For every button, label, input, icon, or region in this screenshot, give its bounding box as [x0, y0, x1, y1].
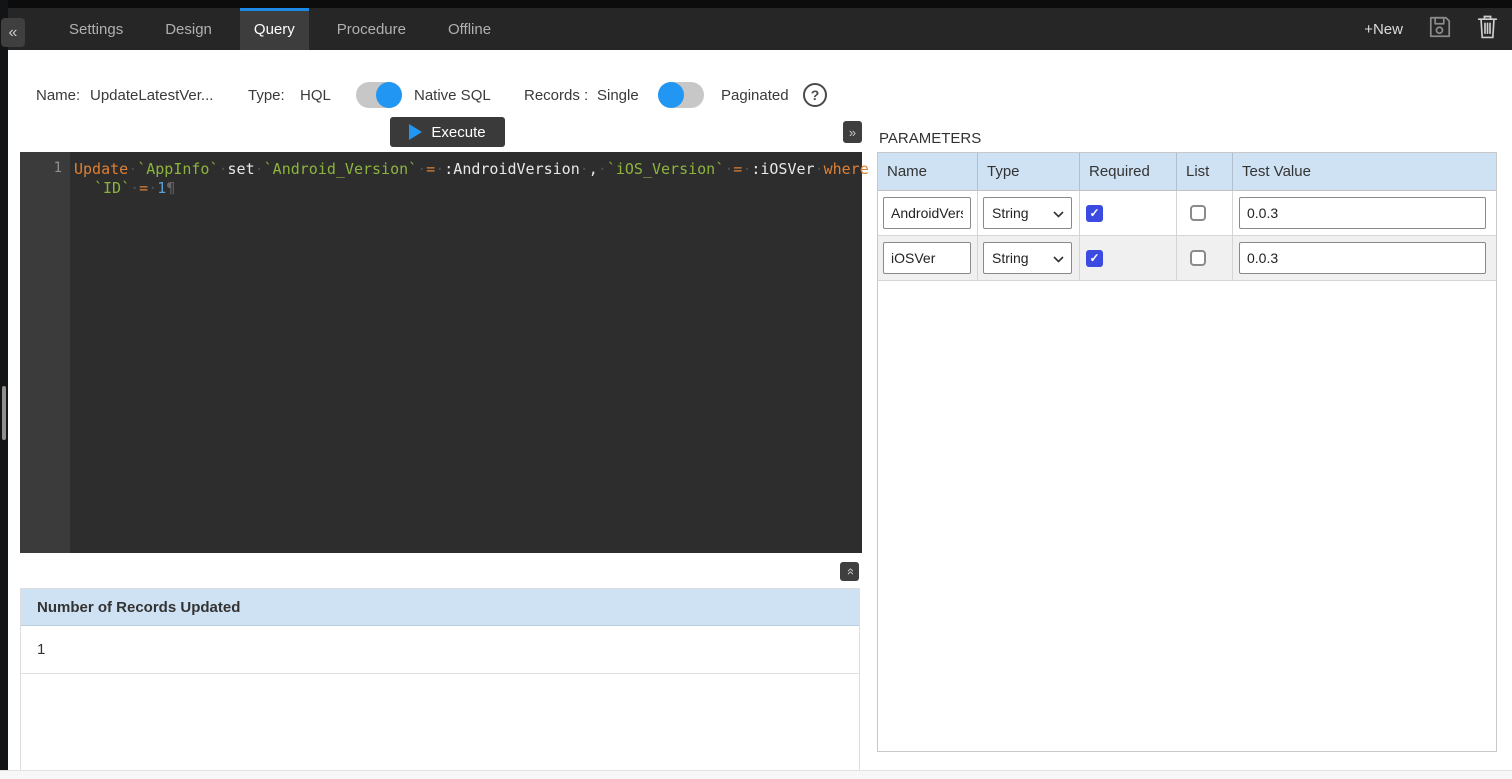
- execute-button[interactable]: Execute: [390, 117, 505, 147]
- records-option-single[interactable]: Single: [597, 87, 639, 104]
- results-value-row: 1: [21, 626, 859, 674]
- results-header: Number of Records Updated: [21, 589, 859, 626]
- param-list-checkbox[interactable]: [1190, 205, 1206, 221]
- editor-gutter: 1: [20, 152, 70, 553]
- delete-icon[interactable]: [1477, 14, 1498, 44]
- name-label: Name:: [36, 87, 80, 104]
- line-number: 1: [54, 160, 62, 176]
- collapse-panel-button[interactable]: «: [1, 18, 25, 47]
- type-option-native-sql[interactable]: Native SQL: [414, 87, 491, 104]
- collapse-up-glyph: »: [842, 568, 857, 575]
- parameters-panel: Name Type Required List Test Value Strin…: [877, 152, 1497, 752]
- param-type-select[interactable]: String: [983, 242, 1072, 274]
- parameters-title: PARAMETERS: [879, 130, 981, 147]
- parameters-header-row: Name Type Required List Test Value: [878, 153, 1496, 191]
- param-type-value: String: [992, 250, 1029, 266]
- editor-code[interactable]: Update·`AppInfo`·set·`Android_Version`·=…: [70, 152, 862, 553]
- top-strip: [0, 0, 1512, 8]
- col-header-required: Required: [1080, 153, 1177, 190]
- type-toggle-knob: [376, 82, 402, 108]
- execute-label: Execute: [431, 124, 485, 141]
- records-toggle[interactable]: [658, 82, 704, 108]
- chevron-down-icon: [1053, 205, 1064, 221]
- param-name-input[interactable]: [883, 197, 971, 229]
- parameter-row: String ✓: [878, 236, 1496, 281]
- param-test-value-input[interactable]: [1239, 242, 1486, 274]
- help-icon[interactable]: ?: [803, 83, 827, 107]
- type-toggle[interactable]: [356, 82, 402, 108]
- results-table: Number of Records Updated 1: [20, 588, 860, 779]
- footer-strip: [0, 770, 1512, 779]
- col-header-name: Name: [878, 153, 978, 190]
- param-name-input[interactable]: [883, 242, 971, 274]
- rail-scroll-handle[interactable]: [2, 386, 6, 440]
- param-list-checkbox[interactable]: [1190, 250, 1206, 266]
- tab-settings[interactable]: Settings: [55, 8, 137, 50]
- records-toggle-knob: [658, 82, 684, 108]
- col-header-type: Type: [978, 153, 1080, 190]
- tab-procedure[interactable]: Procedure: [323, 8, 420, 50]
- top-bar-actions: +New: [1364, 8, 1498, 50]
- code-line: `ID`·=·1¶: [74, 179, 856, 198]
- expand-right-icon[interactable]: »: [843, 121, 862, 143]
- param-required-checkbox[interactable]: ✓: [1086, 205, 1103, 222]
- query-name-value[interactable]: UpdateLatestVer...: [90, 87, 213, 104]
- code-line: Update·`AppInfo`·set·`Android_Version`·=…: [74, 160, 856, 179]
- top-bar: Settings Design Query Procedure Offline …: [0, 0, 1512, 50]
- app-window: Settings Design Query Procedure Offline …: [0, 0, 1512, 779]
- col-header-test-value: Test Value: [1233, 153, 1496, 190]
- tab-query[interactable]: Query: [240, 8, 309, 50]
- collapse-up-icon[interactable]: »: [840, 562, 859, 581]
- records-option-paginated[interactable]: Paginated: [721, 87, 789, 104]
- parameter-row: String ✓: [878, 191, 1496, 236]
- tab-offline[interactable]: Offline: [434, 8, 505, 50]
- sql-editor[interactable]: 1 Update·`AppInfo`·set·`Android_Version`…: [20, 152, 862, 553]
- tab-design[interactable]: Design: [151, 8, 226, 50]
- param-test-value-input[interactable]: [1239, 197, 1486, 229]
- parameters-rows: String ✓ String ✓: [878, 191, 1496, 281]
- param-type-select[interactable]: String: [983, 197, 1072, 229]
- new-button[interactable]: +New: [1364, 21, 1403, 38]
- tab-bar: Settings Design Query Procedure Offline: [8, 8, 512, 50]
- col-header-list: List: [1177, 153, 1233, 190]
- type-label: Type:: [248, 87, 285, 104]
- chevron-down-icon: [1053, 250, 1064, 266]
- type-option-hql[interactable]: HQL: [300, 87, 331, 104]
- play-icon: [409, 124, 422, 140]
- records-label: Records :: [524, 87, 588, 104]
- param-required-checkbox[interactable]: ✓: [1086, 250, 1103, 267]
- save-icon[interactable]: [1427, 14, 1453, 45]
- param-type-value: String: [992, 205, 1029, 221]
